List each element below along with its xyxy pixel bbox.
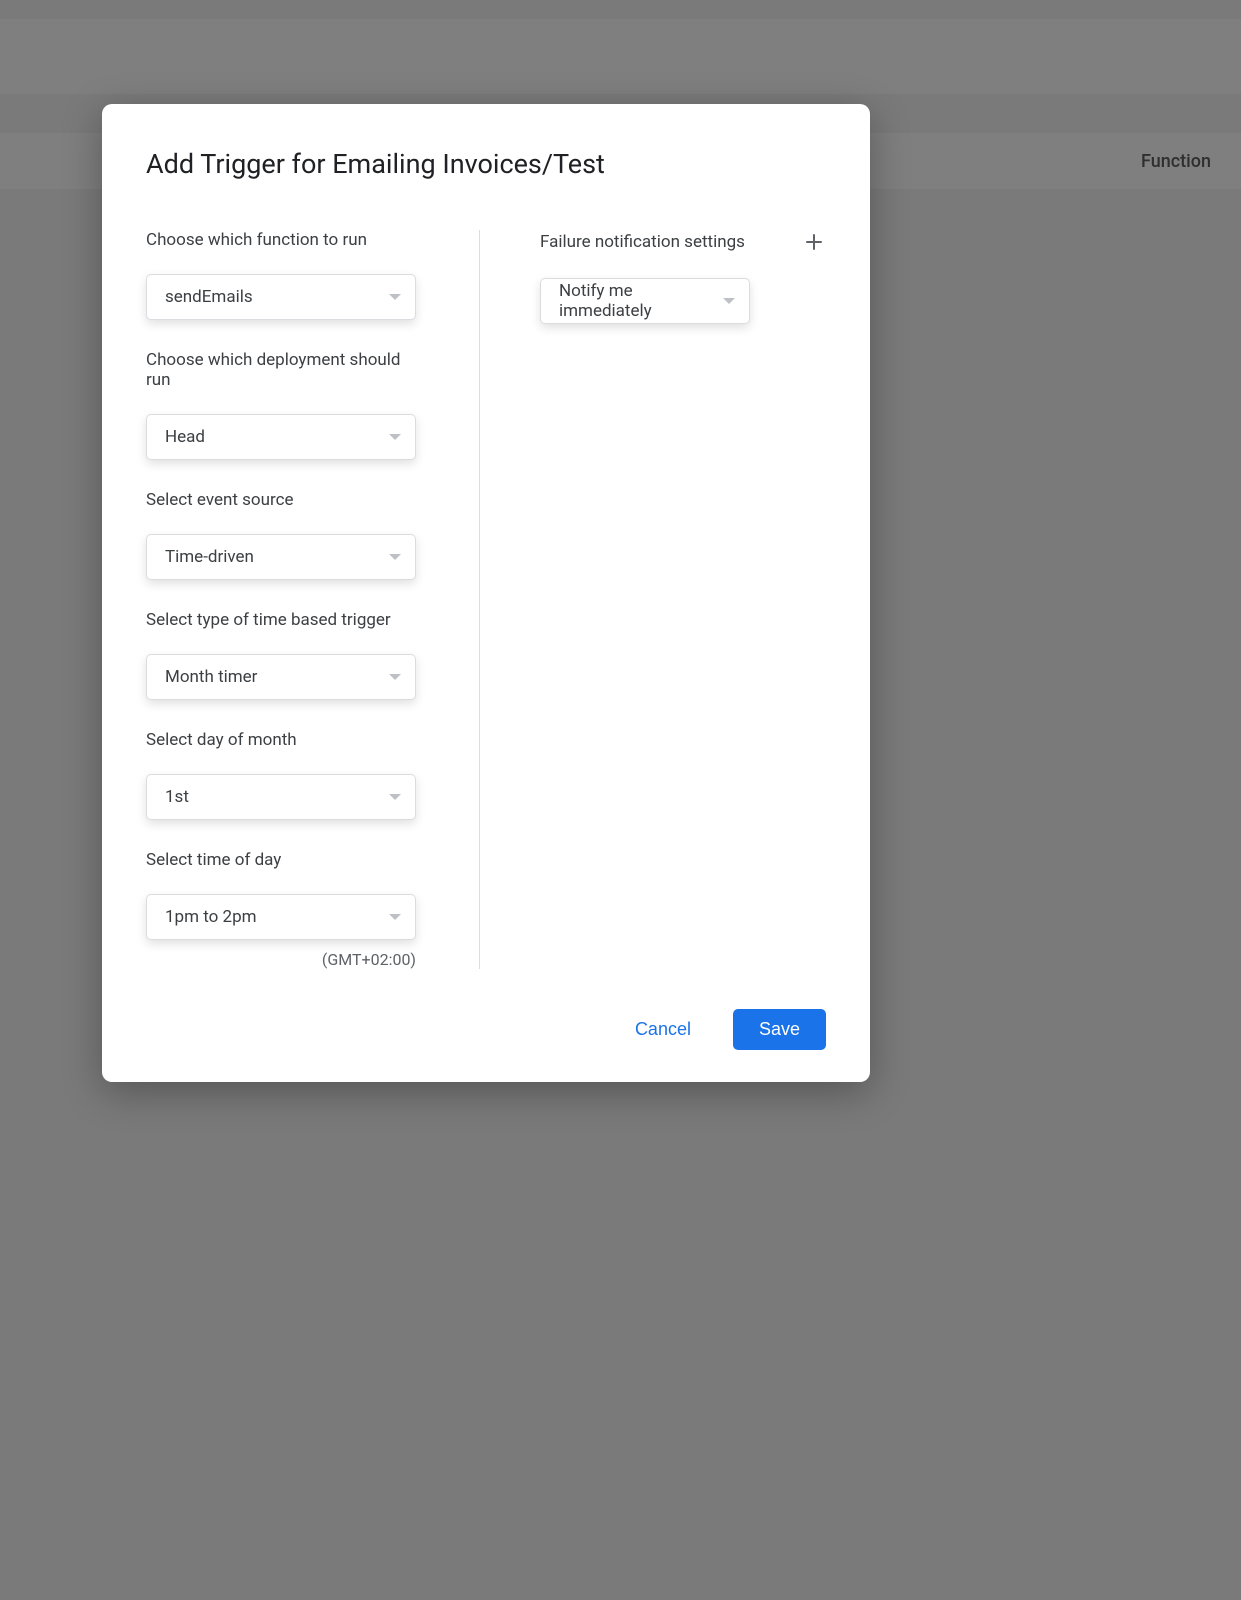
select-deployment-value: Head xyxy=(165,427,205,447)
failure-header: Failure notification settings xyxy=(540,230,826,254)
select-event-source[interactable]: Time-driven xyxy=(146,534,416,580)
field-time-of-day: Select time of day 1pm to 2pm (GMT+02:00… xyxy=(146,850,423,969)
caret-down-icon xyxy=(389,434,401,440)
select-time-of-day-value: 1pm to 2pm xyxy=(165,907,257,927)
caret-down-icon xyxy=(389,674,401,680)
caret-down-icon xyxy=(389,554,401,560)
field-trigger-type: Select type of time based trigger Month … xyxy=(146,610,423,700)
label-day-of-month: Select day of month xyxy=(146,730,423,750)
label-function: Choose which function to run xyxy=(146,230,423,250)
select-event-source-value: Time-driven xyxy=(165,547,254,567)
modal-body: Choose which function to run sendEmails … xyxy=(146,230,826,969)
select-trigger-type[interactable]: Month timer xyxy=(146,654,416,700)
plus-icon xyxy=(804,232,824,252)
select-day-of-month[interactable]: 1st xyxy=(146,774,416,820)
caret-down-icon xyxy=(723,298,735,304)
caret-down-icon xyxy=(389,794,401,800)
add-notification-button[interactable] xyxy=(802,230,826,254)
modal-footer: Cancel Save xyxy=(146,1009,826,1050)
timezone-note: (GMT+02:00) xyxy=(146,950,416,969)
label-failure: Failure notification settings xyxy=(540,232,745,252)
label-deployment: Choose which deployment should run xyxy=(146,350,423,390)
modal-left-column: Choose which function to run sendEmails … xyxy=(146,230,480,969)
field-function: Choose which function to run sendEmails xyxy=(146,230,423,320)
field-deployment: Choose which deployment should run Head xyxy=(146,350,423,460)
add-trigger-modal: Add Trigger for Emailing Invoices/Test C… xyxy=(102,104,870,1082)
label-time-of-day: Select time of day xyxy=(146,850,423,870)
caret-down-icon xyxy=(389,914,401,920)
select-trigger-type-value: Month timer xyxy=(165,667,257,687)
background-bar xyxy=(0,19,1241,94)
cancel-button[interactable]: Cancel xyxy=(623,1011,703,1048)
select-time-of-day[interactable]: 1pm to 2pm xyxy=(146,894,416,940)
select-failure-value: Notify me immediately xyxy=(559,281,723,321)
bg-function-label: Function xyxy=(1141,151,1211,172)
modal-right-column: Failure notification settings Notify me … xyxy=(540,230,826,969)
select-day-of-month-value: 1st xyxy=(165,787,189,807)
save-button[interactable]: Save xyxy=(733,1009,826,1050)
select-failure-notification[interactable]: Notify me immediately xyxy=(540,278,750,324)
field-event-source: Select event source Time-driven xyxy=(146,490,423,580)
modal-title: Add Trigger for Emailing Invoices/Test xyxy=(146,148,826,180)
field-day-of-month: Select day of month 1st xyxy=(146,730,423,820)
select-function[interactable]: sendEmails xyxy=(146,274,416,320)
label-trigger-type: Select type of time based trigger xyxy=(146,610,423,630)
label-event-source: Select event source xyxy=(146,490,423,510)
caret-down-icon xyxy=(389,294,401,300)
select-function-value: sendEmails xyxy=(165,287,253,307)
select-deployment[interactable]: Head xyxy=(146,414,416,460)
